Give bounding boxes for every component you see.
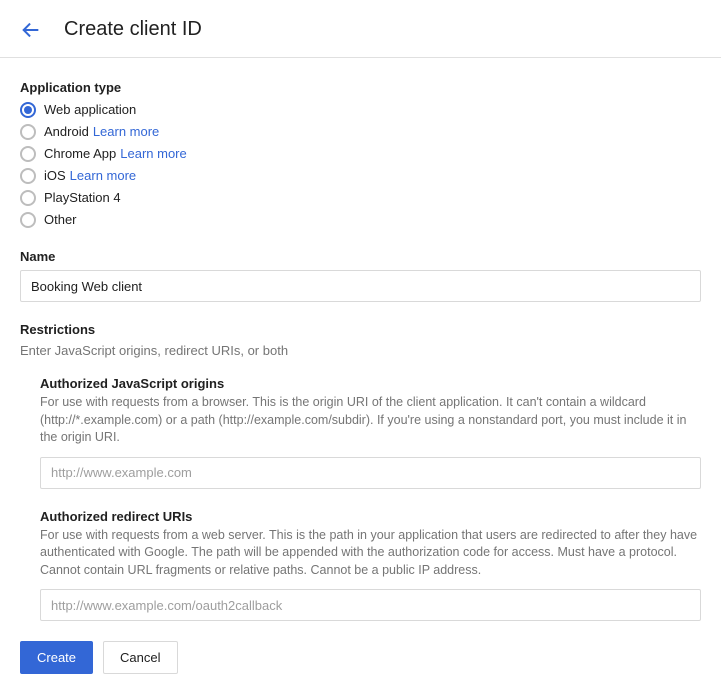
radio-icon	[20, 212, 36, 228]
radio-label: iOS	[44, 167, 66, 185]
app-type-label: Application type	[20, 80, 701, 95]
page-header: Create client ID	[0, 0, 721, 58]
radio-icon	[20, 168, 36, 184]
page-title: Create client ID	[64, 18, 202, 41]
form-content: Application type Web application Android…	[0, 58, 721, 694]
radio-other[interactable]: Other	[20, 211, 701, 229]
app-type-radio-group: Web application Android Learn more Chrom…	[20, 101, 701, 229]
radio-ios[interactable]: iOS Learn more	[20, 167, 701, 185]
radio-icon	[20, 102, 36, 118]
back-arrow-icon[interactable]	[20, 19, 42, 41]
radio-icon	[20, 124, 36, 140]
radio-icon	[20, 146, 36, 162]
name-label: Name	[20, 249, 701, 264]
learn-more-link[interactable]: Learn more	[93, 123, 159, 141]
radio-playstation-4[interactable]: PlayStation 4	[20, 189, 701, 207]
js-origins-desc: For use with requests from a browser. Th…	[40, 394, 701, 447]
restrictions-hint: Enter JavaScript origins, redirect URIs,…	[20, 343, 701, 358]
redirect-uris-input[interactable]	[40, 589, 701, 621]
redirect-uris-label: Authorized redirect URIs	[40, 509, 701, 524]
cancel-button[interactable]: Cancel	[103, 641, 177, 674]
name-input[interactable]	[20, 270, 701, 302]
radio-android[interactable]: Android Learn more	[20, 123, 701, 141]
radio-chrome-app[interactable]: Chrome App Learn more	[20, 145, 701, 163]
radio-label: PlayStation 4	[44, 189, 121, 207]
restrictions-label: Restrictions	[20, 322, 701, 337]
radio-label: Other	[44, 211, 77, 229]
js-origins-input[interactable]	[40, 457, 701, 489]
create-button[interactable]: Create	[20, 641, 93, 674]
redirect-uris-desc: For use with requests from a web server.…	[40, 527, 701, 580]
js-origins-label: Authorized JavaScript origins	[40, 376, 701, 391]
radio-label: Android	[44, 123, 89, 141]
radio-icon	[20, 190, 36, 206]
form-actions: Create Cancel	[20, 641, 701, 674]
learn-more-link[interactable]: Learn more	[70, 167, 136, 185]
learn-more-link[interactable]: Learn more	[120, 145, 186, 163]
radio-web-application[interactable]: Web application	[20, 101, 701, 119]
radio-label: Web application	[44, 101, 136, 119]
radio-label: Chrome App	[44, 145, 116, 163]
